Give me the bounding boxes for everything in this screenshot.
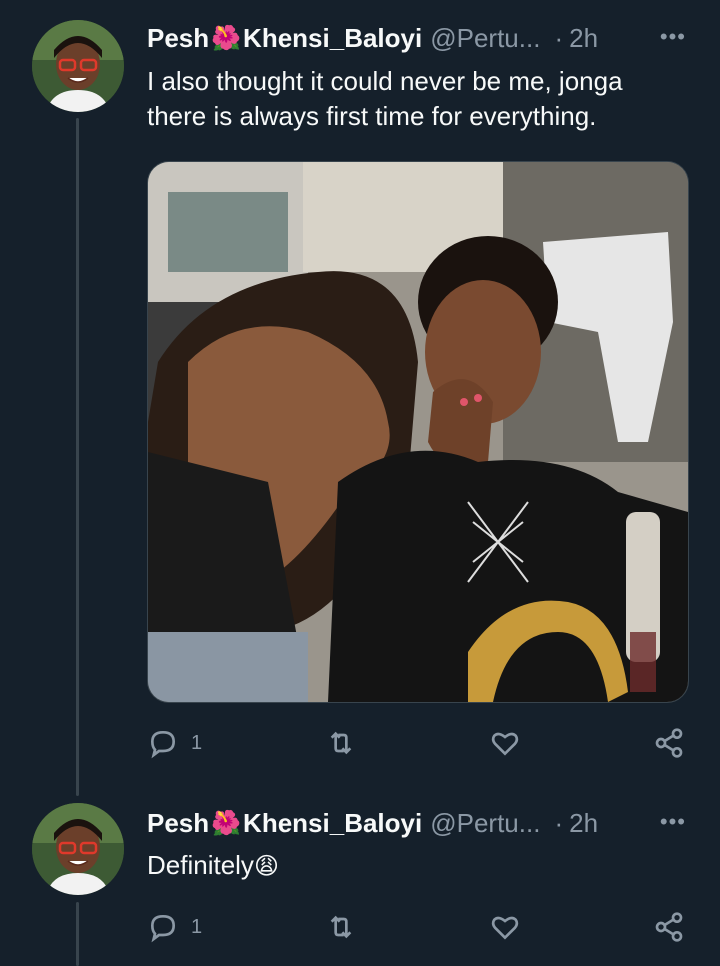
display-name-suffix: Khensi_Baloyi bbox=[243, 807, 423, 838]
retweet-icon bbox=[330, 915, 352, 939]
tweet-text-line: there is always first time for everythin… bbox=[147, 101, 597, 131]
reply-button[interactable]: 1 bbox=[147, 907, 202, 947]
display-name[interactable]: Pesh 🌺 Khensi_Baloyi bbox=[147, 23, 422, 54]
reply-count: 1 bbox=[191, 915, 203, 938]
reply-count: 1 bbox=[191, 731, 203, 754]
display-name[interactable]: Pesh 🌺 Khensi_Baloyi bbox=[147, 808, 422, 839]
separator-dot: · bbox=[554, 807, 564, 838]
tweet-header: Pesh 🌺 Khensi_Baloyi @Pertu... · 2h ••• bbox=[147, 20, 720, 56]
tweet-actions: 1 bbox=[147, 723, 689, 763]
timestamp[interactable]: 2h bbox=[569, 808, 598, 839]
timestamp[interactable]: 2h bbox=[569, 23, 598, 54]
flower-emoji-icon: 🌺 bbox=[211, 24, 242, 52]
weary-face-emoji-icon: 😩 bbox=[253, 853, 279, 880]
retweet-button[interactable] bbox=[325, 723, 357, 763]
tweet-text-content: Definitely bbox=[147, 850, 254, 880]
more-icon[interactable]: ••• bbox=[660, 24, 686, 50]
avatar[interactable] bbox=[32, 803, 124, 895]
thread-line bbox=[76, 902, 79, 966]
tweet-text: Definitely😩 bbox=[147, 848, 687, 884]
display-name-suffix: Khensi_Baloyi bbox=[243, 22, 423, 53]
like-button[interactable] bbox=[489, 723, 521, 763]
heart-icon bbox=[491, 732, 519, 756]
more-icon[interactable]: ••• bbox=[660, 809, 686, 835]
tweet-text: I also thought it could never be me, jon… bbox=[147, 64, 687, 134]
reply-icon bbox=[150, 914, 176, 943]
tweet-header: Pesh 🌺 Khensi_Baloyi @Pertu... · 2h ••• bbox=[147, 805, 720, 841]
retweet-button[interactable] bbox=[325, 907, 357, 947]
display-name-prefix: Pesh bbox=[147, 22, 210, 53]
retweet-icon bbox=[330, 731, 352, 755]
tweet-actions: 1 bbox=[147, 907, 689, 947]
share-button[interactable] bbox=[653, 907, 685, 947]
reply-button[interactable]: 1 bbox=[147, 723, 202, 763]
tweet-photo[interactable] bbox=[147, 161, 689, 703]
flower-emoji-icon: 🌺 bbox=[211, 809, 242, 837]
user-handle[interactable]: @Pertu... bbox=[430, 23, 540, 54]
reply-icon bbox=[150, 730, 176, 759]
separator-dot: · bbox=[554, 22, 564, 53]
user-handle[interactable]: @Pertu... bbox=[430, 808, 540, 839]
display-name-prefix: Pesh bbox=[147, 807, 210, 838]
like-button[interactable] bbox=[489, 907, 521, 947]
share-icon bbox=[655, 728, 683, 758]
thread-line bbox=[76, 118, 79, 796]
avatar[interactable] bbox=[32, 20, 124, 112]
tweet-text-line: I also thought it could never be me, jon… bbox=[147, 66, 623, 96]
heart-icon bbox=[491, 916, 519, 940]
share-icon bbox=[655, 912, 683, 942]
share-button[interactable] bbox=[653, 723, 685, 763]
